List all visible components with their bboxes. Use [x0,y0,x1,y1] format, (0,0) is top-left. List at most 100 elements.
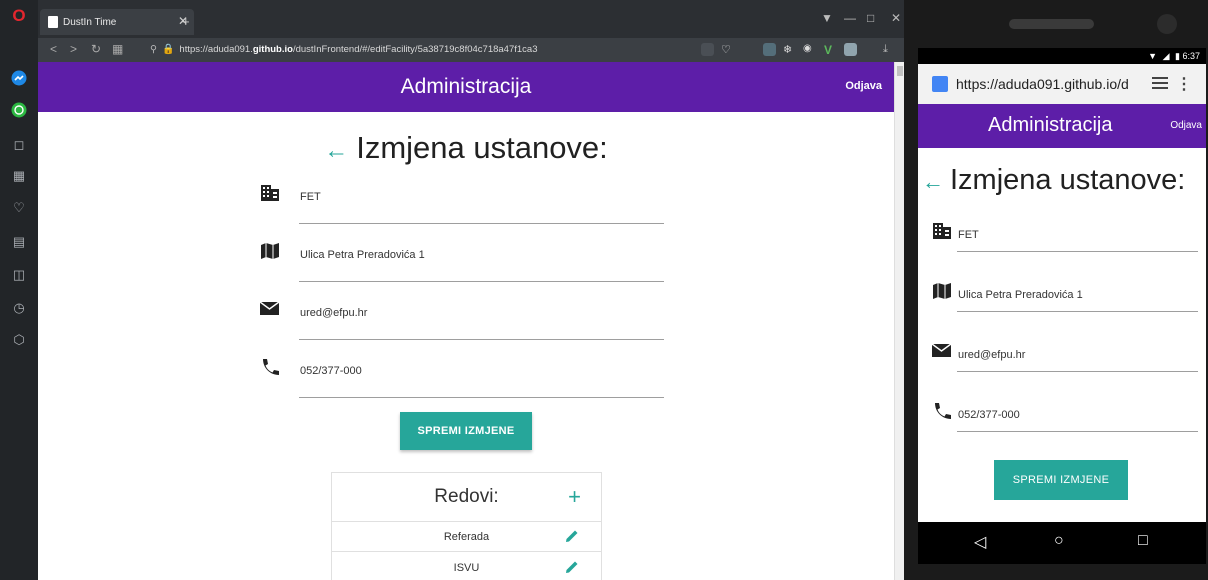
rows-title: Redovi: [434,486,499,507]
search-icon: ⚲ [150,44,157,55]
speed-dial-icon[interactable]: ▦ [9,166,29,186]
snapshot-icon[interactable]: ◻ [9,135,29,155]
rows-card: Redovi: + Referada ISVU [331,472,602,580]
mobile-web-page: Administracija Odjava ← Izmjena ustanove:… [918,104,1206,522]
name-field[interactable]: FET [260,184,664,224]
name-value: FET [958,229,979,241]
envelope-icon [932,343,952,357]
nav-recents-icon[interactable]: □ [1138,532,1148,550]
signal-icon: ◢ [1162,51,1170,61]
overflow-menu-icon[interactable]: ⋮ [1176,74,1192,94]
input-underline [957,311,1198,312]
url-field[interactable]: ⚲ 🔒 https://aduda091. github.io/dustInFro… [150,41,670,58]
edit-pencil-icon[interactable] [565,560,579,574]
save-changes-button[interactable]: SPREMI IZMJENE [400,412,532,450]
heart-bookmark-icon[interactable]: ♡ [721,43,734,56]
window-close-icon[interactable]: ✕ [891,11,901,25]
maximize-icon[interactable]: □ [867,11,874,25]
site-favicon-icon [932,76,948,92]
history-icon[interactable]: ◷ [9,298,29,318]
back-nav-icon[interactable]: < [50,42,57,56]
page-scrollbar[interactable] [894,62,904,580]
list-item[interactable]: Referada [332,522,601,552]
tab-bar: DustIn Time ✕ + ▼ — □ ✕ [38,0,904,38]
page-title-text: Izmjena ustanove: [950,164,1186,196]
phone-value: 052/377-000 [958,409,1020,421]
nav-back-icon[interactable]: ◁ [974,532,986,552]
input-underline [299,397,664,398]
battery-icon: ▮ [1175,51,1180,61]
android-phone: ▼ ◢ ▮ 6:37 https://aduda091.github.io/d … [904,0,1208,580]
extension-3-icon[interactable]: ◉ [803,43,816,56]
desktop-web-page: Administracija Odjava ← Izmjena ustanove:… [38,62,894,580]
email-field[interactable]: ured@efpu.hr [932,342,1198,372]
download-icon[interactable]: ⤓ [883,43,896,56]
speed-dial-grid-icon[interactable]: ▦ [112,42,123,56]
news-icon[interactable]: ▤ [9,232,29,252]
page-title: ← Izmjena ustanove: [922,164,1185,197]
back-arrow-icon[interactable]: ← [324,137,348,164]
building-icon [261,185,279,201]
name-value: FET [300,191,321,203]
front-camera [1157,14,1177,34]
earpiece [1009,19,1094,29]
status-clock: 6:37 [1182,51,1200,61]
email-value: ured@efpu.hr [300,307,368,319]
logout-link[interactable]: Odjava [1170,120,1202,131]
input-underline [299,281,664,282]
tabs-switcher-icon[interactable] [1152,77,1168,89]
edit-pencil-icon[interactable] [565,529,579,543]
add-row-plus-icon[interactable]: + [568,484,581,510]
nav-home-icon[interactable]: ○ [1054,532,1064,550]
page-title-text: Izmjena ustanove: [356,130,608,165]
logout-link[interactable]: Odjava [845,80,882,92]
input-underline [957,251,1198,252]
opera-sidebar: O ◻ ▦ ♡ ▤ ◫ ◷ ⬡ [0,0,38,580]
extensions-icon[interactable]: ⬡ [9,330,29,350]
url-prefix: https://aduda091. [179,44,253,55]
input-underline [957,431,1198,432]
list-item[interactable]: ISVU [332,553,601,580]
phone-icon [263,359,279,375]
tab-title: DustIn Time [63,16,117,28]
phone-field[interactable]: 052/377-000 [260,358,664,398]
android-nav-bar: ◁ ○ □ [918,522,1206,564]
scrollbar-arrow[interactable] [897,66,903,76]
wifi-icon: ▼ [1148,51,1158,61]
browser-tab[interactable]: DustIn Time ✕ [40,9,194,35]
tabs-icon[interactable]: ◫ [9,265,29,285]
address-field[interactable]: Ulica Petra Preradovića 1 [260,242,664,282]
address-field[interactable]: Ulica Petra Preradovića 1 [932,282,1198,312]
back-arrow-icon[interactable]: ← [922,169,944,194]
forward-nav-icon[interactable]: > [70,42,77,56]
mobile-url[interactable]: https://aduda091.github.io/d [956,76,1129,92]
tab-menu-icon[interactable]: ▼ [821,11,833,25]
reload-icon[interactable]: ↻ [91,42,101,56]
adblock-icon[interactable] [701,43,714,56]
bookmarks-heart-icon[interactable]: ♡ [9,198,29,218]
input-underline [299,223,664,224]
messenger-icon[interactable] [9,68,29,88]
phone-field[interactable]: 052/377-000 [932,402,1198,432]
whatsapp-icon[interactable] [9,100,29,120]
extension-2-icon[interactable]: ❄ [783,43,796,56]
url-path: /dustInFrontend/#/editFacility/5a38719c8… [292,44,538,55]
name-field[interactable]: FET [932,222,1198,252]
mobile-browser-bar: https://aduda091.github.io/d ⋮ [918,64,1206,104]
extension-4-icon[interactable] [844,43,857,56]
vivaldi-v-icon[interactable]: V [824,43,837,57]
email-field[interactable]: ured@efpu.hr [260,300,664,340]
building-icon [933,223,951,239]
opera-logo-icon[interactable]: O [9,6,29,26]
new-tab-plus-icon[interactable]: + [182,14,190,29]
extension-1-icon[interactable] [763,43,776,56]
rows-header: Redovi: + [332,473,601,522]
envelope-icon [260,301,280,315]
address-value: Ulica Petra Preradovića 1 [958,289,1083,301]
input-underline [299,339,664,340]
address-value: Ulica Petra Preradovića 1 [300,249,425,261]
phone-icon [935,403,951,419]
page-favicon-icon [48,16,58,28]
save-changes-button[interactable]: SPREMI IZMJENE [994,460,1128,500]
minimize-icon[interactable]: — [844,11,856,25]
